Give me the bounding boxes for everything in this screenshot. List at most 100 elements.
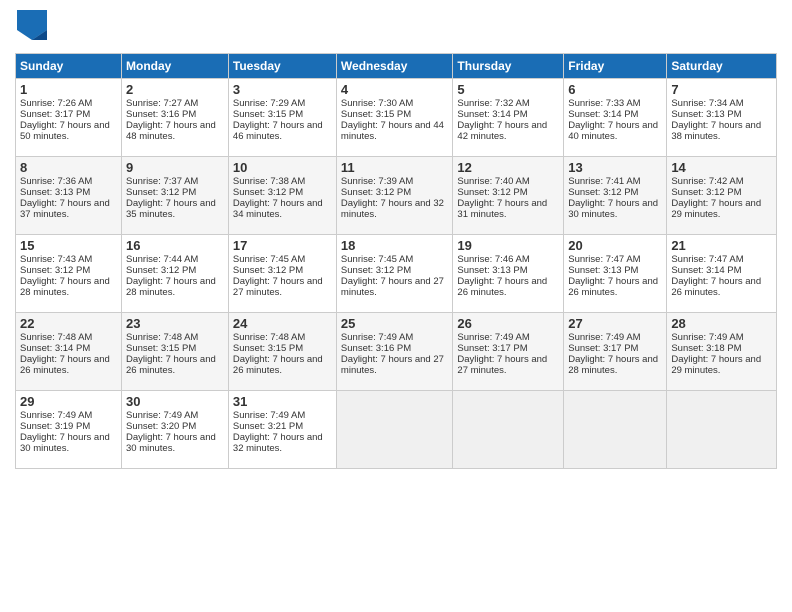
sunrise: Sunrise: 7:45 AM xyxy=(341,254,413,265)
sunrise: Sunrise: 7:36 AM xyxy=(20,176,92,187)
sunrise: Sunrise: 7:39 AM xyxy=(341,176,413,187)
calendar-cell: 22Sunrise: 7:48 AMSunset: 3:14 PMDayligh… xyxy=(16,312,122,390)
calendar-cell: 2Sunrise: 7:27 AMSunset: 3:16 PMDaylight… xyxy=(122,78,229,156)
calendar-cell: 3Sunrise: 7:29 AMSunset: 3:15 PMDaylight… xyxy=(228,78,336,156)
calendar-cell: 24Sunrise: 7:48 AMSunset: 3:15 PMDayligh… xyxy=(228,312,336,390)
sunset: Sunset: 3:13 PM xyxy=(671,109,741,120)
sunrise: Sunrise: 7:48 AM xyxy=(233,332,305,343)
sunset: Sunset: 3:15 PM xyxy=(233,343,303,354)
sunset: Sunset: 3:14 PM xyxy=(671,265,741,276)
calendar-cell: 18Sunrise: 7:45 AMSunset: 3:12 PMDayligh… xyxy=(336,234,452,312)
sunset: Sunset: 3:15 PM xyxy=(341,109,411,120)
sunset: Sunset: 3:12 PM xyxy=(126,265,196,276)
sunrise: Sunrise: 7:44 AM xyxy=(126,254,198,265)
daylight: Daylight: 7 hours and 30 minutes. xyxy=(20,432,110,454)
daylight: Daylight: 7 hours and 26 minutes. xyxy=(671,276,761,298)
calendar-cell: 15Sunrise: 7:43 AMSunset: 3:12 PMDayligh… xyxy=(16,234,122,312)
sunrise: Sunrise: 7:26 AM xyxy=(20,98,92,109)
day-number: 26 xyxy=(457,316,559,331)
calendar-cell: 21Sunrise: 7:47 AMSunset: 3:14 PMDayligh… xyxy=(667,234,777,312)
sunrise: Sunrise: 7:49 AM xyxy=(126,410,198,421)
day-number: 1 xyxy=(20,82,117,97)
day-number: 29 xyxy=(20,394,117,409)
calendar-cell: 25Sunrise: 7:49 AMSunset: 3:16 PMDayligh… xyxy=(336,312,452,390)
day-number: 13 xyxy=(568,160,662,175)
calendar-cell: 10Sunrise: 7:38 AMSunset: 3:12 PMDayligh… xyxy=(228,156,336,234)
sunset: Sunset: 3:20 PM xyxy=(126,421,196,432)
sunset: Sunset: 3:21 PM xyxy=(233,421,303,432)
calendar-cell xyxy=(336,390,452,468)
sunset: Sunset: 3:12 PM xyxy=(233,265,303,276)
calendar-cell: 19Sunrise: 7:46 AMSunset: 3:13 PMDayligh… xyxy=(453,234,564,312)
daylight: Daylight: 7 hours and 27 minutes. xyxy=(233,276,323,298)
calendar-cell: 20Sunrise: 7:47 AMSunset: 3:13 PMDayligh… xyxy=(564,234,667,312)
calendar-cell: 16Sunrise: 7:44 AMSunset: 3:12 PMDayligh… xyxy=(122,234,229,312)
calendar-cell: 6Sunrise: 7:33 AMSunset: 3:14 PMDaylight… xyxy=(564,78,667,156)
page-container: SundayMondayTuesdayWednesdayThursdayFrid… xyxy=(0,0,792,479)
daylight: Daylight: 7 hours and 26 minutes. xyxy=(233,354,323,376)
sunrise: Sunrise: 7:33 AM xyxy=(568,98,640,109)
daylight: Daylight: 7 hours and 46 minutes. xyxy=(233,120,323,142)
day-number: 15 xyxy=(20,238,117,253)
sunset: Sunset: 3:12 PM xyxy=(126,187,196,198)
calendar-cell: 27Sunrise: 7:49 AMSunset: 3:17 PMDayligh… xyxy=(564,312,667,390)
day-number: 24 xyxy=(233,316,332,331)
week-row-2: 8Sunrise: 7:36 AMSunset: 3:13 PMDaylight… xyxy=(16,156,777,234)
calendar-cell: 4Sunrise: 7:30 AMSunset: 3:15 PMDaylight… xyxy=(336,78,452,156)
day-number: 8 xyxy=(20,160,117,175)
sunset: Sunset: 3:15 PM xyxy=(233,109,303,120)
calendar-cell: 9Sunrise: 7:37 AMSunset: 3:12 PMDaylight… xyxy=(122,156,229,234)
daylight: Daylight: 7 hours and 32 minutes. xyxy=(233,432,323,454)
col-header-saturday: Saturday xyxy=(667,53,777,78)
sunrise: Sunrise: 7:34 AM xyxy=(671,98,743,109)
sunset: Sunset: 3:14 PM xyxy=(568,109,638,120)
week-row-3: 15Sunrise: 7:43 AMSunset: 3:12 PMDayligh… xyxy=(16,234,777,312)
daylight: Daylight: 7 hours and 44 minutes. xyxy=(341,120,444,142)
logo xyxy=(15,10,47,45)
calendar-cell: 7Sunrise: 7:34 AMSunset: 3:13 PMDaylight… xyxy=(667,78,777,156)
sunrise: Sunrise: 7:49 AM xyxy=(671,332,743,343)
sunrise: Sunrise: 7:40 AM xyxy=(457,176,529,187)
daylight: Daylight: 7 hours and 50 minutes. xyxy=(20,120,110,142)
calendar-cell: 13Sunrise: 7:41 AMSunset: 3:12 PMDayligh… xyxy=(564,156,667,234)
daylight: Daylight: 7 hours and 26 minutes. xyxy=(20,354,110,376)
sunset: Sunset: 3:17 PM xyxy=(568,343,638,354)
calendar-cell: 30Sunrise: 7:49 AMSunset: 3:20 PMDayligh… xyxy=(122,390,229,468)
daylight: Daylight: 7 hours and 37 minutes. xyxy=(20,198,110,220)
daylight: Daylight: 7 hours and 26 minutes. xyxy=(568,276,658,298)
logo-icon xyxy=(17,10,47,40)
sunset: Sunset: 3:14 PM xyxy=(20,343,90,354)
daylight: Daylight: 7 hours and 48 minutes. xyxy=(126,120,216,142)
calendar-cell: 1Sunrise: 7:26 AMSunset: 3:17 PMDaylight… xyxy=(16,78,122,156)
calendar-cell: 31Sunrise: 7:49 AMSunset: 3:21 PMDayligh… xyxy=(228,390,336,468)
day-number: 30 xyxy=(126,394,224,409)
daylight: Daylight: 7 hours and 40 minutes. xyxy=(568,120,658,142)
sunrise: Sunrise: 7:49 AM xyxy=(20,410,92,421)
sunrise: Sunrise: 7:47 AM xyxy=(671,254,743,265)
day-number: 18 xyxy=(341,238,448,253)
day-number: 5 xyxy=(457,82,559,97)
daylight: Daylight: 7 hours and 27 minutes. xyxy=(457,354,547,376)
day-number: 3 xyxy=(233,82,332,97)
calendar-cell xyxy=(564,390,667,468)
calendar-cell xyxy=(453,390,564,468)
sunset: Sunset: 3:13 PM xyxy=(568,265,638,276)
day-number: 27 xyxy=(568,316,662,331)
sunrise: Sunrise: 7:27 AM xyxy=(126,98,198,109)
day-number: 23 xyxy=(126,316,224,331)
day-number: 19 xyxy=(457,238,559,253)
day-number: 17 xyxy=(233,238,332,253)
sunrise: Sunrise: 7:30 AM xyxy=(341,98,413,109)
week-row-5: 29Sunrise: 7:49 AMSunset: 3:19 PMDayligh… xyxy=(16,390,777,468)
col-header-wednesday: Wednesday xyxy=(336,53,452,78)
col-header-sunday: Sunday xyxy=(16,53,122,78)
sunset: Sunset: 3:16 PM xyxy=(341,343,411,354)
day-number: 11 xyxy=(341,160,448,175)
calendar-table: SundayMondayTuesdayWednesdayThursdayFrid… xyxy=(15,53,777,469)
daylight: Daylight: 7 hours and 38 minutes. xyxy=(671,120,761,142)
calendar-cell: 17Sunrise: 7:45 AMSunset: 3:12 PMDayligh… xyxy=(228,234,336,312)
daylight: Daylight: 7 hours and 29 minutes. xyxy=(671,354,761,376)
daylight: Daylight: 7 hours and 30 minutes. xyxy=(568,198,658,220)
col-header-tuesday: Tuesday xyxy=(228,53,336,78)
page-header xyxy=(15,10,777,45)
